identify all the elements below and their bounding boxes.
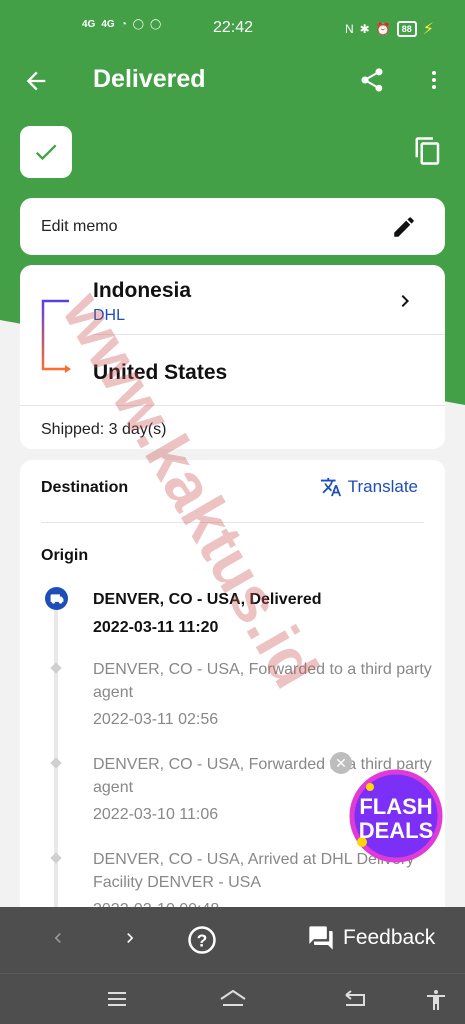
signal-icon: 4G [82,19,96,30]
timeline-dot [50,852,62,864]
event-time: 2022-03-11 11:20 [93,619,219,636]
event-time: 2022-03-11 02:56 [93,711,219,728]
edit-memo-card[interactable]: Edit memo [20,198,445,255]
browser-forward-icon[interactable] [120,928,140,953]
charging-icon: ⚡ [422,21,434,38]
timeline-event: DENVER, CO - USA, Forwarded to a third p… [93,658,433,731]
help-icon[interactable]: ? [187,925,217,960]
system-navigation-bar [0,973,465,1024]
origin-label: Origin [41,547,89,564]
close-ad-icon[interactable]: ✕ [330,752,352,774]
wifi-icon: ◔ [120,19,127,30]
divider [20,405,445,406]
feedback-icon [309,926,333,950]
home-icon[interactable] [218,987,248,1016]
battery-icon: 88 [396,21,417,37]
timeline-line [54,600,58,940]
svg-text:?: ? [197,930,208,950]
page-title: Delivered [93,65,206,93]
status-icons-right: N ✱ ⏰ 88 ⚡ [345,19,434,39]
whatsapp-icon: ◯ [132,19,144,30]
status-icons-left: 4G 4G ◔ ◯ ◯ [82,19,161,30]
edit-memo-label: Edit memo [41,218,118,235]
app-icon: ◯ [149,19,162,30]
nfc-icon: N [345,22,354,36]
route-bracket-icon [41,299,71,373]
origin-country: Indonesia [93,279,192,302]
route-card[interactable]: Indonesia DHL United States Shipped: 3 d… [20,265,445,449]
copy-icon[interactable] [413,136,443,171]
timeline-dot [50,662,62,674]
event-status: DENVER, CO - USA, Forwarded to a third p… [93,661,432,701]
status-bar: 4G 4G ◔ ◯ ◯ 22:42 N ✱ ⏰ 88 ⚡ [0,0,465,50]
signal-icon: 4G [101,19,115,30]
clock: 22:42 [213,19,254,36]
share-icon[interactable] [358,66,386,99]
truck-icon [45,587,68,610]
event-status: DENVER, CO - USA, Delivered [93,591,322,608]
system-back-icon[interactable] [342,987,368,1016]
accessibility-icon[interactable] [424,987,448,1018]
browser-toolbar: ? Feedback [0,907,465,973]
flash-label: FLASH [359,794,432,819]
chevron-right-icon[interactable] [393,289,417,318]
divider [93,334,445,335]
delivered-status-badge [20,126,72,178]
divider [41,522,424,523]
flash-deals-ad[interactable]: FLASH DEALS ✕ [330,752,452,870]
more-vert-icon[interactable] [422,66,446,99]
app-bar: Delivered [0,55,465,105]
deals-label: DEALS [359,818,434,843]
back-arrow-icon[interactable] [22,67,50,100]
feedback-button[interactable]: Feedback [307,924,435,952]
carrier-name[interactable]: DHL [93,307,125,325]
check-icon [35,144,57,161]
translate-label: Translate [347,477,418,496]
bluetooth-icon: ✱ [359,22,370,36]
translate-button[interactable]: Translate [320,476,418,498]
translate-icon [320,477,341,497]
destination-country: United States [93,361,228,384]
pencil-icon[interactable] [391,214,417,245]
destination-label: Destination [41,479,129,496]
timeline-event: DENVER, CO - USA, Delivered 2022-03-11 1… [93,588,433,639]
browser-back-icon[interactable] [48,928,68,953]
shipped-duration: Shipped: 3 day(s) [41,421,167,438]
feedback-label: Feedback [343,926,436,949]
timeline-dot [50,757,62,769]
menu-icon[interactable] [105,987,129,1016]
alarm-icon: ⏰ [375,22,391,36]
